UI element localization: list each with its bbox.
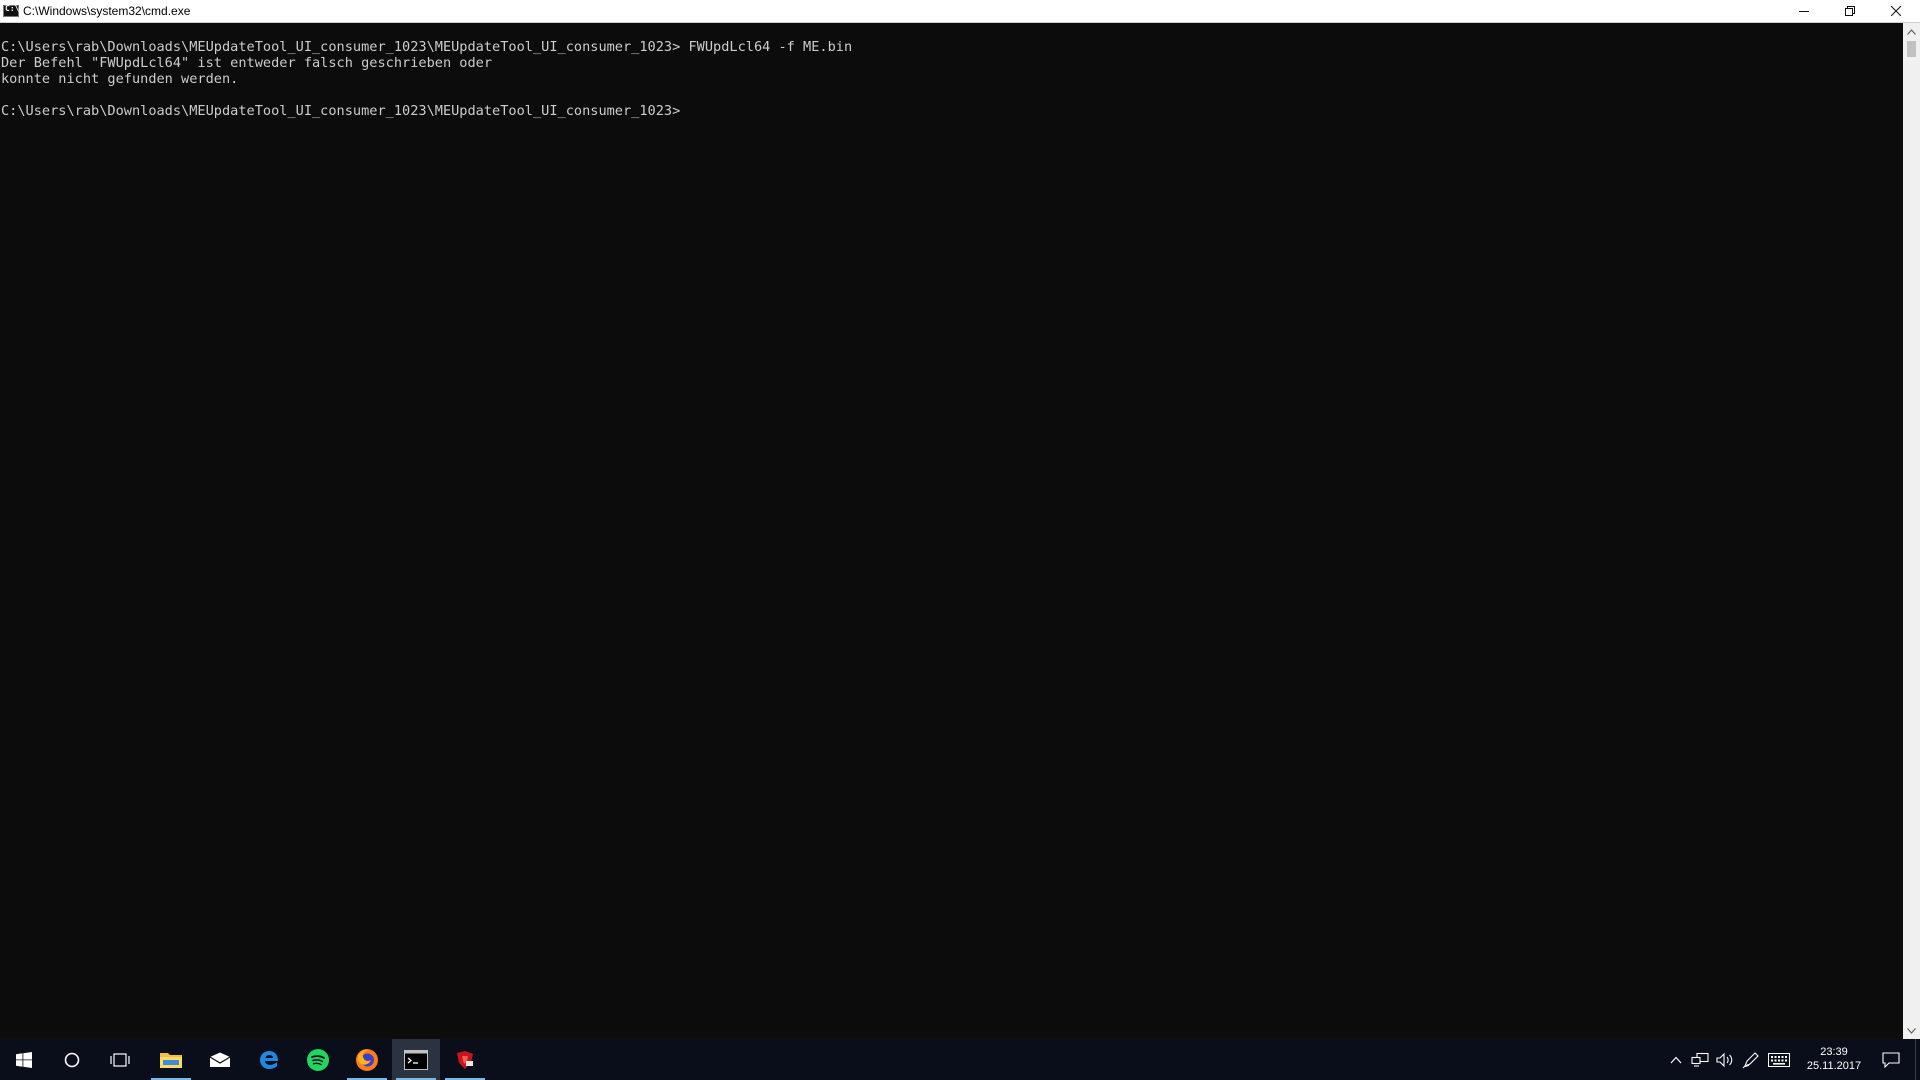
network-icon (1691, 1052, 1709, 1067)
taskbar-clock[interactable]: 23:39 25.11.2017 (1798, 1039, 1870, 1080)
circle-icon (64, 1052, 80, 1067)
scroll-thumb[interactable] (1907, 41, 1916, 57)
tray-overflow-button[interactable] (1666, 1039, 1686, 1080)
chevron-up-icon (1907, 28, 1916, 35)
show-desktop-button[interactable] (1915, 1039, 1920, 1080)
cmd-icon: C:\ (3, 4, 19, 17)
taskbar-command-prompt[interactable] (392, 1039, 440, 1080)
edge-icon (260, 1050, 278, 1069)
pen-icon (1742, 1051, 1759, 1068)
clock-time: 23:39 (1820, 1046, 1848, 1058)
console-line-error-2: konnte nicht gefunden werden. (1, 71, 239, 87)
cmd-icon (404, 1049, 428, 1070)
close-button[interactable] (1873, 0, 1919, 22)
chevron-up-icon (1670, 1056, 1682, 1063)
taskbar-file-explorer[interactable] (147, 1039, 195, 1080)
start-button[interactable] (0, 1039, 48, 1080)
firefox-icon (356, 1048, 378, 1071)
minimize-button[interactable] (1781, 0, 1827, 22)
action-center-button[interactable] (1874, 1039, 1908, 1080)
spotify-icon (307, 1048, 329, 1071)
tray-keyboard[interactable] (1766, 1039, 1792, 1080)
title-bar[interactable]: C:\ C:\Windows\system32\cmd.exe (0, 0, 1920, 23)
console-lines: C:\Users\rab\Downloads\MEUpdateTool_UI_c… (1, 39, 852, 119)
taskbar-firefox[interactable] (343, 1039, 391, 1080)
restore-icon (1845, 6, 1855, 16)
cortana-button[interactable] (48, 1039, 96, 1080)
taskbar-spotify[interactable] (294, 1039, 342, 1080)
restore-button[interactable] (1827, 0, 1873, 22)
keyboard-icon (1768, 1052, 1790, 1067)
app-icon (457, 1050, 473, 1069)
tray-network[interactable] (1688, 1039, 1712, 1080)
scroll-down-button[interactable] (1903, 1022, 1920, 1039)
taskbar-me-update-tool[interactable] (441, 1039, 489, 1080)
scroll-up-button[interactable] (1903, 23, 1920, 40)
task-view-icon (110, 1052, 130, 1067)
vertical-scrollbar[interactable] (1903, 23, 1920, 1039)
volume-icon (1716, 1052, 1733, 1067)
close-icon (1891, 6, 1901, 16)
console-line-error-1: Der Befehl "FWUpdLcl64" ist entweder fal… (1, 55, 493, 71)
tray-volume[interactable] (1714, 1039, 1736, 1080)
console-line-command: C:\Users\rab\Downloads\MEUpdateTool_UI_c… (1, 39, 853, 55)
notification-icon (1882, 1051, 1900, 1068)
clock-date: 25.11.2017 (1806, 1060, 1862, 1072)
mail-icon (209, 1052, 231, 1067)
windows-logo-icon (16, 1051, 32, 1068)
window-title: C:\Windows\system32\cmd.exe (23, 4, 191, 18)
console-output-area[interactable]: C:\Users\rab\Downloads\MEUpdateTool_UI_c… (0, 23, 1903, 1039)
chevron-down-icon (1907, 1027, 1916, 1034)
taskbar: 23:39 25.11.2017 (0, 1039, 1920, 1080)
tray-pen[interactable] (1740, 1039, 1762, 1080)
folder-icon (160, 1052, 182, 1068)
taskbar-mail[interactable] (196, 1039, 244, 1080)
taskbar-edge[interactable] (245, 1039, 293, 1080)
console-line-prompt[interactable]: C:\Users\rab\Downloads\MEUpdateTool_UI_c… (1, 103, 852, 119)
minimize-icon (1799, 11, 1809, 12)
task-view-button[interactable] (96, 1039, 144, 1080)
